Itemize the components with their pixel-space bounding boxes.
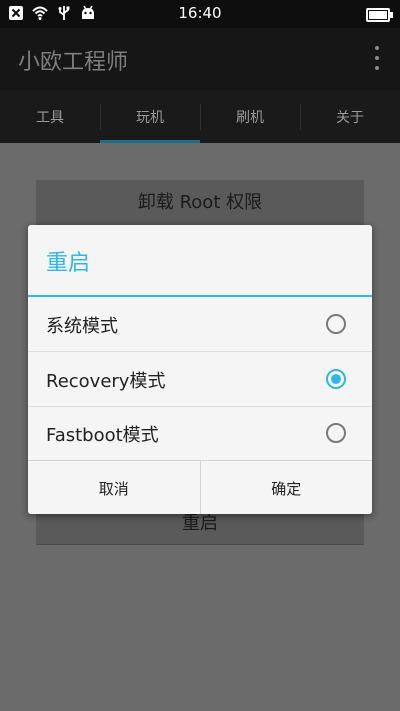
option-system-mode[interactable]: 系统模式 xyxy=(28,297,372,352)
battery-icon xyxy=(366,8,393,22)
tab-bar: 工具 玩机 刷机 关于 xyxy=(0,90,400,143)
app-title: 小欧工程师 xyxy=(18,50,129,75)
radio-button[interactable] xyxy=(326,314,346,334)
status-time: 16:40 xyxy=(178,4,222,22)
status-bar: 16:40 xyxy=(0,0,400,28)
cancel-button[interactable]: 取消 xyxy=(28,461,200,514)
tab-tools[interactable]: 工具 xyxy=(0,90,100,143)
confirm-button[interactable]: 确定 xyxy=(199,461,372,514)
tab-play[interactable]: 玩机 xyxy=(100,90,200,143)
option-label: Fastboot模式 xyxy=(46,425,159,446)
option-label: Recovery模式 xyxy=(46,371,166,392)
radio-button[interactable] xyxy=(326,423,346,443)
overflow-menu-icon[interactable] xyxy=(374,46,380,70)
dialog-button-bar: 取消 确定 xyxy=(28,460,372,514)
radio-button-checked[interactable] xyxy=(326,369,346,389)
tab-about[interactable]: 关于 xyxy=(300,90,400,143)
unroot-button[interactable]: 卸载 Root 权限 xyxy=(36,180,364,226)
option-recovery-mode[interactable]: Recovery模式 xyxy=(28,352,372,407)
option-label: 系统模式 xyxy=(46,316,118,337)
option-fastboot-mode[interactable]: Fastboot模式 xyxy=(28,406,372,461)
dialog-title: 重启 xyxy=(46,251,91,276)
reboot-dialog: 重启 系统模式 Recovery模式 Fastboot模式 取消 确定 xyxy=(28,225,372,514)
screen: 16:40 小欧工程师 工具 玩机 刷机 关于 卸载 Root 权限 重启 重启… xyxy=(0,0,400,711)
app-bar: 小欧工程师 xyxy=(0,28,400,90)
tab-flash[interactable]: 刷机 xyxy=(200,90,300,143)
